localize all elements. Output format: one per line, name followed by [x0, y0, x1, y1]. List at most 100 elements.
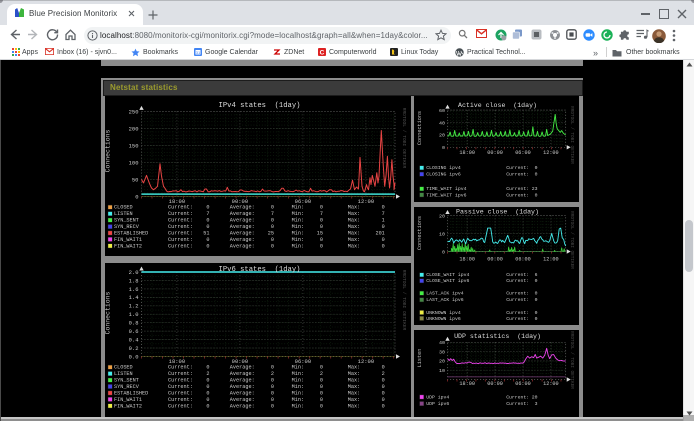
- svg-text:CLOSING ipv4: CLOSING ipv4: [427, 165, 462, 171]
- svg-text:Min:: Min:: [291, 371, 303, 377]
- svg-text:Current:: Current:: [167, 205, 192, 211]
- svg-text:20: 20: [532, 394, 538, 400]
- svg-text:0: 0: [442, 249, 445, 255]
- svg-text:0: 0: [206, 237, 209, 243]
- svg-text:1: 1: [381, 218, 384, 224]
- svg-text:1.6: 1.6: [128, 286, 138, 293]
- svg-text:RRDTOOL / TOBI OETIKER: RRDTOOL / TOBI OETIKER: [400, 270, 406, 331]
- svg-text:1.8: 1.8: [128, 277, 138, 284]
- svg-text:Max:: Max:: [347, 224, 359, 230]
- svg-text:0: 0: [319, 218, 322, 224]
- svg-text:UDP ipv4: UDP ipv4: [427, 394, 450, 400]
- svg-text:RRDTOOL / TOBI OETIKER: RRDTOOL / TOBI OETIKER: [569, 211, 574, 269]
- svg-text:Max:: Max:: [347, 243, 359, 249]
- svg-text:2: 2: [270, 371, 273, 377]
- svg-text:Average:: Average:: [229, 384, 254, 390]
- svg-text:0: 0: [535, 172, 538, 178]
- svg-text:Connections: Connections: [418, 111, 424, 145]
- svg-text:Average:: Average:: [229, 390, 254, 396]
- svg-text:FIN_WAIT2: FIN_WAIT2: [113, 403, 141, 409]
- svg-text:0: 0: [381, 403, 384, 409]
- svg-text:0: 0: [319, 243, 322, 249]
- svg-text:Current:: Current:: [506, 310, 529, 316]
- svg-text:7: 7: [381, 211, 384, 217]
- svg-text:0: 0: [206, 378, 209, 384]
- svg-text:Min:: Min:: [291, 403, 303, 409]
- svg-text:0: 0: [381, 365, 384, 371]
- svg-text:0: 0: [270, 205, 273, 211]
- svg-text:RRDTOOL / TOBI OETIKER: RRDTOOL / TOBI OETIKER: [569, 106, 574, 164]
- svg-text:10: 10: [439, 231, 445, 237]
- svg-text:Max:: Max:: [347, 237, 359, 243]
- svg-text:Max:: Max:: [347, 205, 359, 211]
- svg-text:23: 23: [532, 186, 538, 192]
- svg-text:Average:: Average:: [229, 397, 254, 403]
- svg-text:1.4: 1.4: [128, 294, 139, 301]
- svg-text:7: 7: [270, 211, 273, 217]
- svg-text:0: 0: [206, 384, 209, 390]
- svg-text:CLOSE_WAIT ipv6: CLOSE_WAIT ipv6: [427, 278, 470, 284]
- svg-text:Max:: Max:: [347, 371, 359, 377]
- svg-text:CLOSE_WAIT ipv4: CLOSE_WAIT ipv4: [427, 272, 470, 278]
- svg-text:Min:: Min:: [291, 378, 303, 384]
- svg-text:51: 51: [203, 230, 209, 236]
- svg-text:Min:: Min:: [291, 205, 303, 211]
- svg-text:30: 30: [439, 349, 445, 355]
- svg-text:FIN_WAIT1: FIN_WAIT1: [113, 237, 141, 243]
- svg-text:Current:: Current:: [506, 165, 529, 171]
- svg-text:Average:: Average:: [229, 378, 254, 384]
- svg-text:0.2: 0.2: [128, 345, 138, 352]
- svg-text:Current:: Current:: [167, 365, 192, 371]
- svg-text:Current:: Current:: [506, 186, 529, 192]
- svg-text:10: 10: [439, 368, 445, 374]
- svg-text:FIN_WAIT1: FIN_WAIT1: [113, 397, 141, 403]
- svg-text:Connections: Connections: [105, 291, 111, 334]
- svg-text:Average:: Average:: [229, 211, 254, 217]
- svg-text:0: 0: [270, 397, 273, 403]
- svg-text:Current:: Current:: [167, 384, 192, 390]
- svg-text:Current:: Current:: [167, 224, 192, 230]
- svg-text:0: 0: [319, 397, 322, 403]
- svg-text:UNKNOWN ipv4: UNKNOWN ipv4: [427, 310, 462, 316]
- svg-text:Min:: Min:: [291, 211, 303, 217]
- svg-text:18:00: 18:00: [460, 381, 476, 387]
- svg-text:UDP statistics (1day): UDP statistics (1day): [454, 333, 541, 340]
- svg-text:Min:: Min:: [291, 397, 303, 403]
- svg-text:50: 50: [131, 176, 138, 183]
- svg-text:0: 0: [535, 291, 538, 297]
- svg-text:0: 0: [319, 403, 322, 409]
- svg-text:Max:: Max:: [347, 384, 359, 390]
- svg-text:LAST_ACK ipv4: LAST_ACK ipv4: [427, 291, 464, 297]
- svg-text:Average:: Average:: [229, 224, 254, 230]
- svg-text:00:00: 00:00: [488, 150, 504, 156]
- svg-text:0: 0: [270, 403, 273, 409]
- svg-text:Min:: Min:: [291, 365, 303, 371]
- svg-text:0: 0: [206, 390, 209, 396]
- svg-text:0: 0: [270, 224, 273, 230]
- svg-text:Average:: Average:: [229, 365, 254, 371]
- svg-text:100: 100: [128, 159, 138, 166]
- svg-text:0: 0: [535, 192, 538, 198]
- svg-text:18:00: 18:00: [460, 256, 476, 262]
- svg-text:0: 0: [206, 403, 209, 409]
- svg-text:0: 0: [270, 237, 273, 243]
- svg-text:Min:: Min:: [291, 224, 303, 230]
- svg-text:06:00: 06:00: [516, 256, 532, 262]
- svg-text:25: 25: [267, 230, 273, 236]
- svg-text:Current:: Current:: [167, 397, 192, 403]
- svg-text:0: 0: [319, 237, 322, 243]
- svg-text:Max:: Max:: [347, 378, 359, 384]
- svg-text:Current:: Current:: [167, 371, 192, 377]
- svg-text:0: 0: [442, 145, 445, 151]
- svg-text:0.8: 0.8: [128, 320, 138, 327]
- svg-text:Average:: Average:: [229, 205, 254, 211]
- svg-text:Max:: Max:: [347, 230, 359, 236]
- svg-text:200: 200: [128, 125, 138, 132]
- svg-text:0: 0: [270, 218, 273, 224]
- svg-text:0: 0: [535, 278, 538, 284]
- svg-text:12:00: 12:00: [543, 256, 559, 262]
- svg-text:201: 201: [375, 230, 384, 236]
- svg-text:Current:: Current:: [167, 237, 192, 243]
- svg-text:Current:: Current:: [167, 378, 192, 384]
- svg-text:ESTABLISHED: ESTABLISHED: [113, 230, 147, 236]
